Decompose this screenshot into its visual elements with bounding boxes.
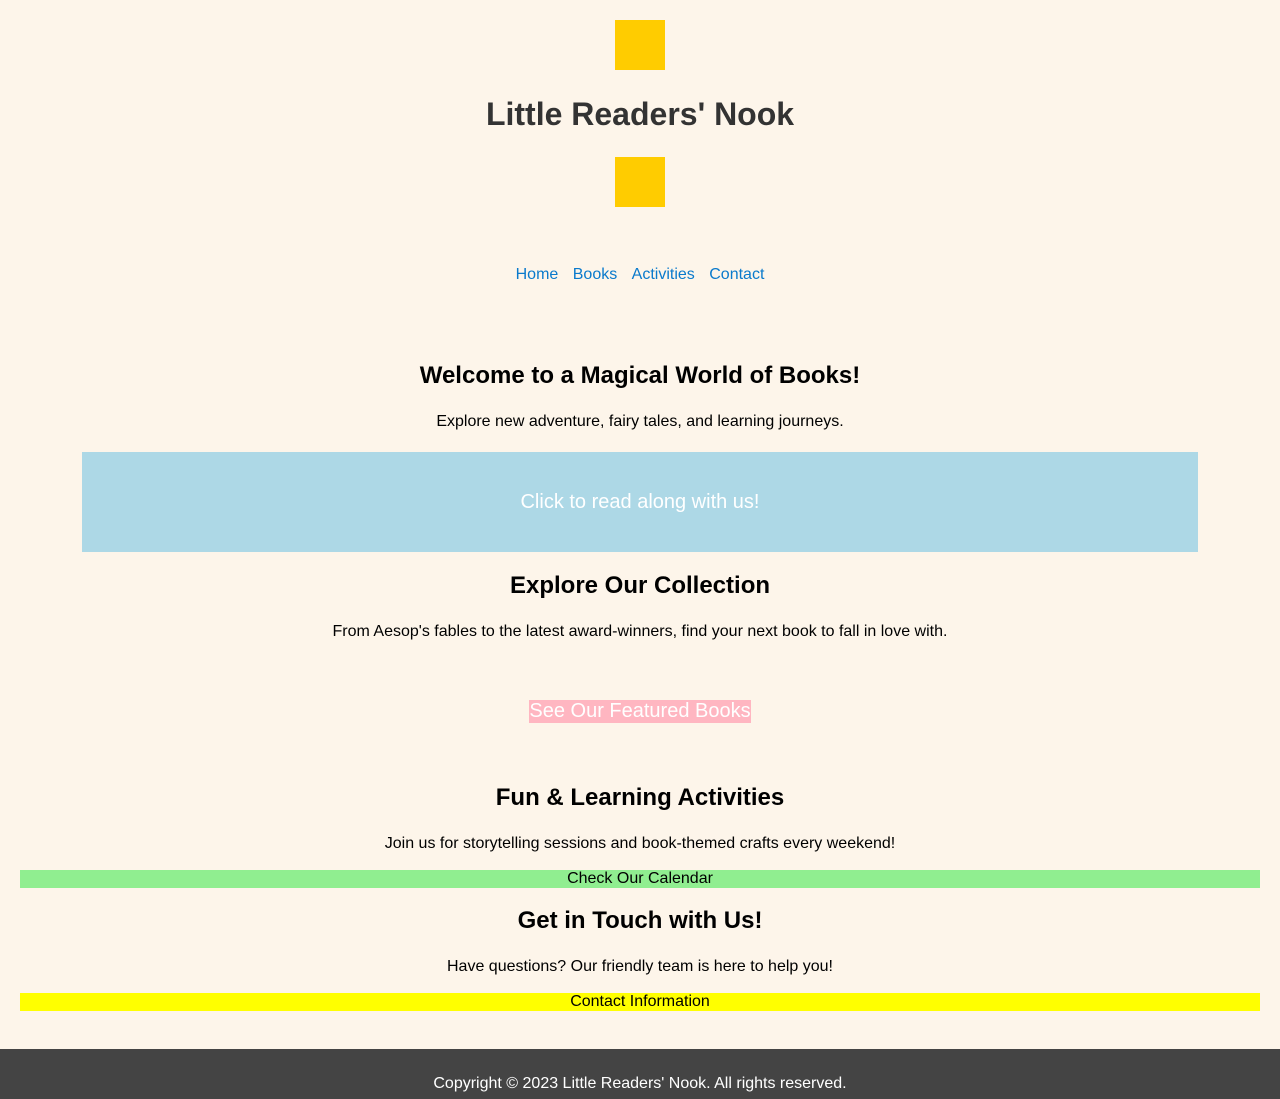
site-footer: Copyright © 2023 Little Readers' Nook. A… xyxy=(0,1049,1280,1099)
nav-link-books[interactable]: Books xyxy=(573,266,617,283)
activities-section: Fun & Learning Activities Join us for st… xyxy=(0,784,1280,854)
nav-link-contact[interactable]: Contact xyxy=(709,266,764,283)
contact-info-button[interactable]: Contact Information xyxy=(20,993,1260,1011)
logo-bottom-square xyxy=(615,157,665,207)
site-title: Little Readers' Nook xyxy=(485,96,795,132)
logo-top-square xyxy=(615,20,665,70)
featured-books-button[interactable]: See Our Featured Books xyxy=(529,700,751,723)
main-nav: Home Books Activities Contact xyxy=(0,265,1280,285)
footer-copyright: Copyright © 2023 Little Readers' Nook. A… xyxy=(433,1075,847,1092)
contact-text: Have questions? Our friendly team is her… xyxy=(447,958,833,975)
site-header: Little Readers' Nook xyxy=(0,20,1280,207)
collection-text: From Aesop's fables to the latest award-… xyxy=(332,623,948,640)
featured-books-wrap: See Our Featured Books xyxy=(0,700,1280,725)
activities-text: Join us for storytelling sessions and bo… xyxy=(384,835,896,852)
collection-section: Explore Our Collection From Aesop's fabl… xyxy=(0,572,1280,642)
welcome-heading: Welcome to a Magical World of Books! xyxy=(419,362,861,389)
contact-heading: Get in Touch with Us! xyxy=(517,907,763,934)
welcome-text: Explore new adventure, fairy tales, and … xyxy=(436,413,844,430)
welcome-section: Welcome to a Magical World of Books! Exp… xyxy=(0,362,1280,432)
collection-heading: Explore Our Collection xyxy=(509,572,771,599)
nav-link-activities[interactable]: Activities xyxy=(632,266,695,283)
read-along-button[interactable]: Click to read along with us! xyxy=(82,452,1198,552)
calendar-button[interactable]: Check Our Calendar xyxy=(20,870,1260,888)
contact-section: Get in Touch with Us! Have questions? Ou… xyxy=(0,907,1280,977)
activities-heading: Fun & Learning Activities xyxy=(495,784,785,811)
nav-link-home[interactable]: Home xyxy=(516,266,559,283)
